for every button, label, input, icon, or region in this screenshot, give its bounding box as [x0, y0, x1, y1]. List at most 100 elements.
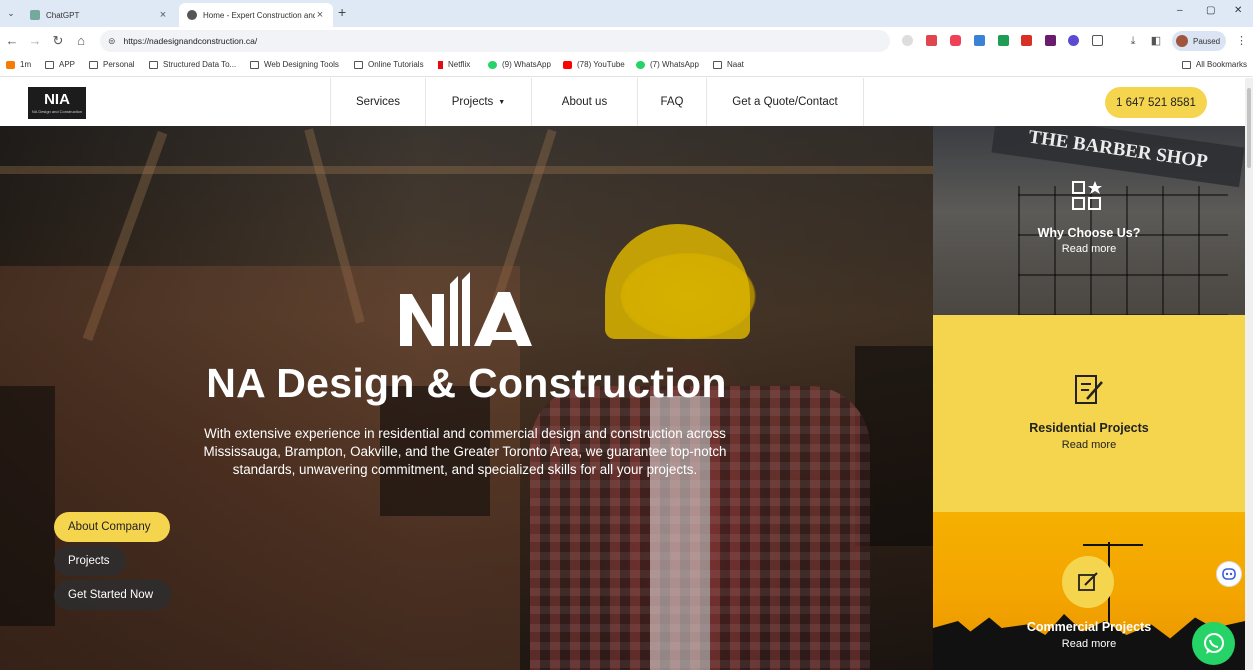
logo-subtitle: NA Design and Construction [31, 109, 83, 114]
nav-faq[interactable]: FAQ [637, 78, 706, 126]
url-text: https://nadesignandconstruction.ca/ [123, 36, 258, 46]
why-choose-us-card[interactable]: THE BARBER SHOP Why Choose Us? Read more [933, 126, 1245, 315]
site-logo[interactable]: NIA NA Design and Construction [28, 87, 86, 119]
site-info-icon[interactable]: ⊜ [108, 36, 116, 47]
bookmark-label: Netflix [448, 60, 471, 69]
extension-icon[interactable] [926, 35, 937, 46]
chatbot-button[interactable] [1216, 561, 1242, 587]
folder-icon [89, 60, 98, 69]
bookmark-label: 1m [20, 60, 32, 69]
profile-status: Paused [1193, 36, 1221, 46]
button-label: Projects [68, 555, 110, 567]
phone-number: 1 647 521 8581 [1116, 96, 1196, 109]
hero-logo-icon [400, 272, 532, 346]
bookmarks-bar: 1m APP Personal Structured Data To... We… [0, 55, 1253, 77]
orange-app-icon [6, 60, 15, 69]
scrollbar-thumb[interactable] [1247, 88, 1251, 168]
folder-icon [354, 60, 363, 69]
pocket-extension-icon[interactable] [950, 35, 961, 46]
card-title: Residential Projects [1029, 421, 1149, 435]
minimize-button[interactable]: – [1177, 5, 1183, 16]
bookmark-label: Personal [103, 60, 135, 69]
whatsapp-chat-button[interactable] [1192, 622, 1235, 665]
chatbot-icon [1222, 568, 1236, 580]
bookmark-item[interactable]: Web Designing Tools [250, 60, 339, 69]
bookmark-item[interactable]: Structured Data To... [149, 60, 236, 69]
read-more-link[interactable]: Read more [933, 439, 1245, 451]
projects-button[interactable]: Projects [54, 546, 126, 576]
whatsapp-icon [488, 60, 497, 69]
residential-projects-card[interactable]: Residential Projects Read more [933, 315, 1245, 512]
bookmark-item[interactable]: (9) WhatsApp [488, 60, 551, 69]
hero-description: With extensive experience in residential… [203, 426, 727, 477]
nav-projects[interactable]: Projects ▼ [425, 78, 531, 126]
bookmark-label: All Bookmarks [1195, 60, 1247, 69]
bookmark-item[interactable]: Netflix [438, 60, 470, 69]
bookmark-label: (7) WhatsApp [650, 60, 699, 69]
tab-search-chevron-icon[interactable]: ⌄ [4, 6, 18, 20]
phone-button[interactable]: 1 647 521 8581 [1105, 87, 1207, 118]
download-icon[interactable]: ⤓ [1125, 33, 1141, 49]
bookmark-item[interactable]: Naat [713, 60, 744, 69]
extension-icon[interactable] [1068, 35, 1079, 46]
bookmark-label: APP [59, 60, 76, 69]
extension-icon[interactable] [902, 35, 913, 46]
reload-icon[interactable]: ↻ [50, 33, 66, 49]
nav-about-us[interactable]: About us [531, 78, 637, 126]
nav-contact[interactable]: Get a Quote/Contact [706, 78, 864, 126]
background-window [0, 386, 55, 626]
forward-arrow-icon[interactable]: → [27, 33, 43, 49]
hero-section: NA Design & Construction With extensive … [0, 126, 933, 670]
nav-label: About us [561, 96, 608, 108]
about-company-button[interactable]: About Company [54, 512, 170, 542]
folder-icon [250, 60, 259, 69]
bookmark-item[interactable]: (7) WhatsApp [636, 60, 699, 69]
bookmark-item[interactable]: Online Tutorials [354, 60, 424, 69]
netflix-icon [438, 60, 443, 69]
main-navigation: Services Projects ▼ About us FAQ Get a Qu… [330, 78, 864, 126]
logo-mark: NIA [44, 91, 70, 108]
chatgpt-favicon-icon [30, 10, 40, 20]
bookmark-item[interactable]: APP [45, 60, 75, 69]
tab-close-icon[interactable]: × [315, 9, 325, 21]
nav-label: Get a Quote/Contact [732, 96, 838, 108]
nav-services[interactable]: Services [330, 78, 425, 126]
extension-icon[interactable] [974, 35, 985, 46]
nav-label: FAQ [660, 96, 684, 108]
tab-close-icon[interactable]: × [158, 9, 168, 21]
tab-title: ChatGPT [46, 10, 80, 20]
maximize-button[interactable]: ▢ [1206, 5, 1215, 16]
new-tab-button[interactable]: + [338, 4, 346, 20]
bookmark-item[interactable]: 1m [6, 60, 31, 69]
read-more-link[interactable]: Read more [933, 243, 1245, 255]
button-label: About Company [68, 521, 151, 533]
bookmark-item[interactable]: (78) YouTube [563, 60, 625, 69]
browser-menu-icon[interactable]: ⋮ [1236, 34, 1247, 47]
avatar [1176, 35, 1188, 47]
profile-button[interactable]: Paused [1172, 31, 1226, 51]
hero-title: NA Design & Construction [206, 360, 727, 406]
icon-circle [1062, 556, 1114, 608]
button-label: Get Started Now [68, 589, 154, 601]
window-close-button[interactable]: ✕ [1234, 5, 1242, 16]
bookmark-label: Web Designing Tools [264, 60, 339, 69]
tab-chatgpt[interactable]: ChatGPT × [22, 3, 176, 27]
tab-title: Home - Expert Construction and [203, 10, 315, 20]
page-scrollbar[interactable] [1245, 78, 1253, 670]
megaphone-extension-icon[interactable] [1021, 35, 1032, 46]
document-edit-icon [1075, 375, 1103, 404]
extension-icon[interactable] [1045, 35, 1056, 46]
home-icon[interactable]: ⌂ [73, 33, 89, 49]
folder-icon [45, 60, 54, 69]
get-started-button[interactable]: Get Started Now [54, 580, 171, 610]
extension-icon[interactable] [998, 35, 1009, 46]
side-panel-icon[interactable]: ◧ [1148, 33, 1164, 49]
back-arrow-icon[interactable]: ← [4, 33, 20, 49]
bookmark-item[interactable]: Personal [89, 60, 135, 69]
tab-home[interactable]: Home - Expert Construction and × [179, 3, 333, 27]
bookmark-label: Online Tutorials [368, 60, 424, 69]
puzzle-extensions-icon[interactable] [1092, 35, 1103, 46]
address-bar[interactable]: ⊜ https://nadesignandconstruction.ca/ [100, 30, 890, 52]
nav-label: Projects [451, 96, 494, 108]
all-bookmarks-button[interactable]: All Bookmarks [1181, 60, 1247, 69]
